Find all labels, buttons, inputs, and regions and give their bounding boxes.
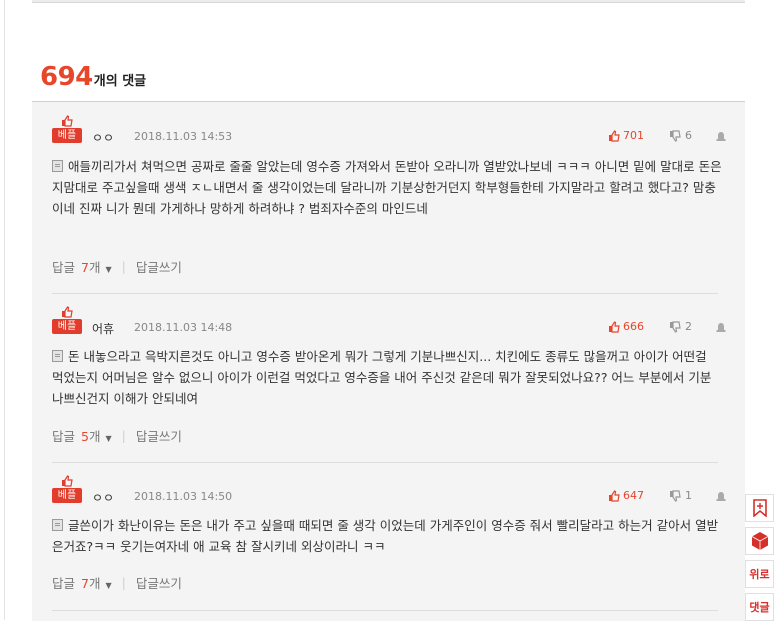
share-button[interactable] xyxy=(745,527,774,555)
comment-actions: 답글 7개 ▼ | 답글쓰기 xyxy=(52,573,182,592)
thumbs-up-icon xyxy=(609,489,620,502)
comment-actions: 답글 5개 ▼ | 답글쓰기 xyxy=(52,426,182,445)
best-label: 베플 xyxy=(52,488,82,503)
write-reply-link[interactable]: 답글쓰기 xyxy=(136,257,182,276)
dislike-count: 1 xyxy=(685,489,692,502)
comment-text: 애들끼리가서 쳐먹으면 공짜로 줄줄 알았는데 영수증 가져와서 돈받아 오라니… xyxy=(52,156,722,219)
reply-toggle[interactable]: 답글 5개 ▼ xyxy=(52,426,112,445)
thumbs-up-icon xyxy=(62,115,73,127)
document-icon xyxy=(52,519,63,531)
cube-icon xyxy=(751,532,768,550)
article-bottom-panel xyxy=(32,0,745,3)
comment-author[interactable]: ㅇㅇ xyxy=(92,129,114,146)
thumbs-up-icon xyxy=(62,475,73,487)
comment-body: 애들끼리가서 쳐먹으면 공짜로 줄줄 알았는데 영수증 가져와서 돈받아 오라니… xyxy=(52,159,722,216)
comment-divider xyxy=(52,293,718,294)
comments-jump-label: 댓글 xyxy=(749,601,770,614)
comment-count-label: 개의 댓글 xyxy=(93,74,147,89)
bookmark-button[interactable] xyxy=(745,494,774,522)
thumbs-up-icon xyxy=(609,320,620,333)
chevron-down-icon: ▼ xyxy=(105,434,112,443)
like-button[interactable]: 701 xyxy=(608,129,644,142)
comments-jump-button[interactable]: 댓글 xyxy=(745,593,774,621)
dislike-button[interactable]: 2 xyxy=(669,320,692,333)
write-reply-link[interactable]: 답글쓰기 xyxy=(136,426,182,445)
dislike-button[interactable]: 6 xyxy=(669,129,692,142)
dislike-count: 6 xyxy=(685,129,692,142)
thumbs-up-icon xyxy=(62,306,73,318)
comment-list: 베플 ㅇㅇ 2018.11.03 14:53 701 6 애들끼리가서 쳐먹으면… xyxy=(32,101,745,621)
write-reply-link[interactable]: 답글쓰기 xyxy=(136,573,182,592)
comment-actions: 답글 7개 ▼ | 답글쓰기 xyxy=(52,257,182,276)
thumbs-down-icon xyxy=(670,489,681,502)
comment-date: 2018.11.03 14:53 xyxy=(134,130,233,143)
comment-text: 돈 내놓으라고 윽박지른것도 아니고 영수증 받아온게 뭐가 그렇게 기분나쁘신… xyxy=(52,346,722,409)
comment-author[interactable]: 어휴 xyxy=(92,320,114,337)
page-left-border xyxy=(4,0,5,620)
scroll-top-label: 위로 xyxy=(749,568,770,581)
best-label: 베플 xyxy=(52,128,82,143)
chevron-down-icon: ▼ xyxy=(105,581,112,590)
comment-divider xyxy=(52,462,718,463)
comment-divider xyxy=(52,610,718,611)
like-count: 701 xyxy=(623,129,644,142)
scroll-top-button[interactable]: 위로 xyxy=(745,560,774,588)
report-icon[interactable] xyxy=(715,130,727,142)
dislike-button[interactable]: 1 xyxy=(669,489,692,502)
document-icon xyxy=(52,160,63,172)
report-icon[interactable] xyxy=(715,490,727,502)
comment-count-number: 694 xyxy=(40,62,93,92)
like-count: 647 xyxy=(623,489,644,502)
comment-date: 2018.11.03 14:50 xyxy=(134,490,233,503)
divider: | xyxy=(121,259,126,274)
comment-body: 글쓴이가 화난이유는 돈은 내가 주고 싶을때 때되면 줄 생각 이었는데 가게… xyxy=(52,518,719,554)
like-count: 666 xyxy=(623,320,644,333)
comment-count-header: 694 개의 댓글 xyxy=(40,62,146,92)
divider: | xyxy=(121,575,126,590)
like-button[interactable]: 647 xyxy=(608,489,644,502)
chevron-down-icon: ▼ xyxy=(105,265,112,274)
divider: | xyxy=(121,428,126,443)
comment-date: 2018.11.03 14:48 xyxy=(134,321,233,334)
reply-toggle[interactable]: 답글 7개 ▼ xyxy=(52,573,112,592)
thumbs-up-icon xyxy=(609,129,620,142)
reply-toggle[interactable]: 답글 7개 ▼ xyxy=(52,257,112,276)
comment-text: 글쓴이가 화난이유는 돈은 내가 주고 싶을때 때되면 줄 생각 이었는데 가게… xyxy=(52,515,722,557)
comment-author[interactable]: ㅇㅇ xyxy=(92,489,114,506)
dislike-count: 2 xyxy=(685,320,692,333)
comment-body: 돈 내놓으라고 윽박지른것도 아니고 영수증 받아온게 뭐가 그렇게 기분나쁘신… xyxy=(52,349,712,406)
document-icon xyxy=(52,350,63,362)
thumbs-down-icon xyxy=(670,320,681,333)
report-icon[interactable] xyxy=(715,321,727,333)
bookmark-icon xyxy=(752,499,767,517)
like-button[interactable]: 666 xyxy=(608,320,644,333)
best-label: 베플 xyxy=(52,319,82,334)
thumbs-down-icon xyxy=(670,129,681,142)
